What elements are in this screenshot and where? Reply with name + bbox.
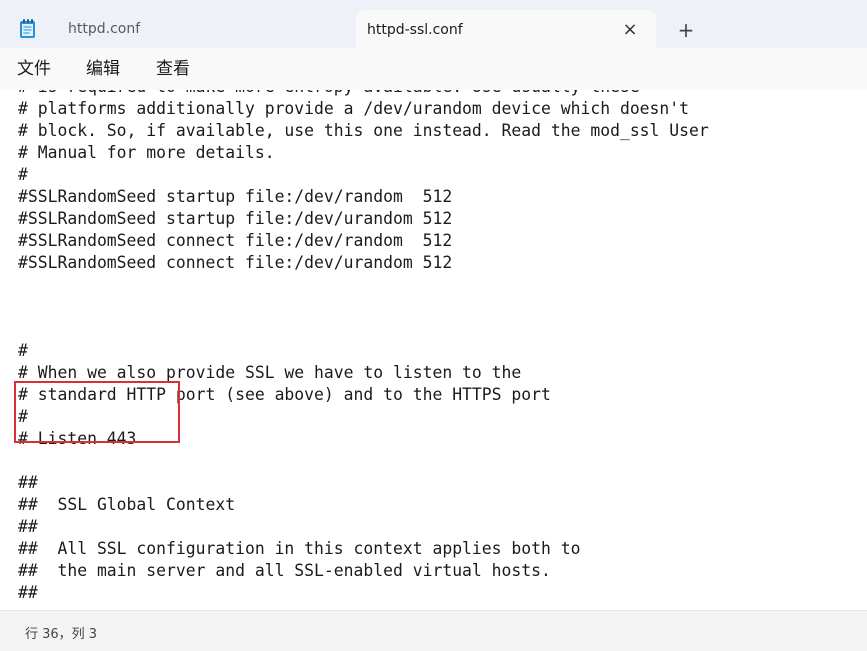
code-line[interactable]: # block. So, if available, use this one …	[18, 120, 709, 142]
code-line[interactable]	[18, 296, 709, 318]
code-line[interactable]: ##	[18, 582, 709, 604]
code-line[interactable]: #	[18, 340, 709, 362]
code-line[interactable]: #SSLRandomSeed connect file:/dev/urandom…	[18, 252, 709, 274]
code-content[interactable]: # is required to make more entropy avail…	[18, 90, 709, 610]
code-line[interactable]: # Manual for more details.	[18, 142, 709, 164]
menu-view[interactable]: 查看	[156, 58, 190, 80]
tab-httpd-conf[interactable]: httpd.conf	[52, 0, 352, 48]
status-bar: 行 36，列 3	[0, 610, 867, 651]
code-line[interactable]: ##	[18, 472, 709, 494]
tab-bar: httpd.conf httpd-ssl.conf × +	[0, 0, 867, 48]
code-line[interactable]: ##	[18, 516, 709, 538]
menu-edit[interactable]: 编辑	[86, 58, 120, 80]
text-editor[interactable]: # is required to make more entropy avail…	[0, 90, 867, 610]
tab-httpd-ssl-conf[interactable]: httpd-ssl.conf ×	[356, 10, 656, 48]
code-line[interactable]: ## SSL Global Context	[18, 494, 709, 516]
code-line[interactable]	[18, 274, 709, 296]
code-line[interactable]: #	[18, 164, 709, 186]
code-line[interactable]: #SSLRandomSeed connect file:/dev/random …	[18, 230, 709, 252]
close-icon[interactable]: ×	[622, 21, 638, 39]
code-line[interactable]: ## All SSL configuration in this context…	[18, 538, 709, 560]
code-line[interactable]: # platforms additionally provide a /dev/…	[18, 98, 709, 120]
menu-bar: 文件 编辑 查看	[0, 48, 867, 90]
code-line[interactable]: ## the main server and all SSL-enabled v…	[18, 560, 709, 582]
code-line[interactable]: #SSLRandomSeed startup file:/dev/urandom…	[18, 208, 709, 230]
tab-label: httpd.conf	[68, 21, 141, 37]
code-line[interactable]	[18, 318, 709, 340]
code-line[interactable]: # is required to make more entropy avail…	[18, 90, 709, 98]
highlight-box	[14, 381, 180, 443]
cursor-position: 行 36，列 3	[25, 627, 98, 642]
menu-file[interactable]: 文件	[17, 58, 51, 80]
tab-label: httpd-ssl.conf	[367, 22, 463, 38]
code-line[interactable]	[18, 450, 709, 472]
notepad-icon	[19, 18, 36, 39]
new-tab-button[interactable]: +	[676, 20, 696, 40]
code-line[interactable]: #SSLRandomSeed startup file:/dev/random …	[18, 186, 709, 208]
